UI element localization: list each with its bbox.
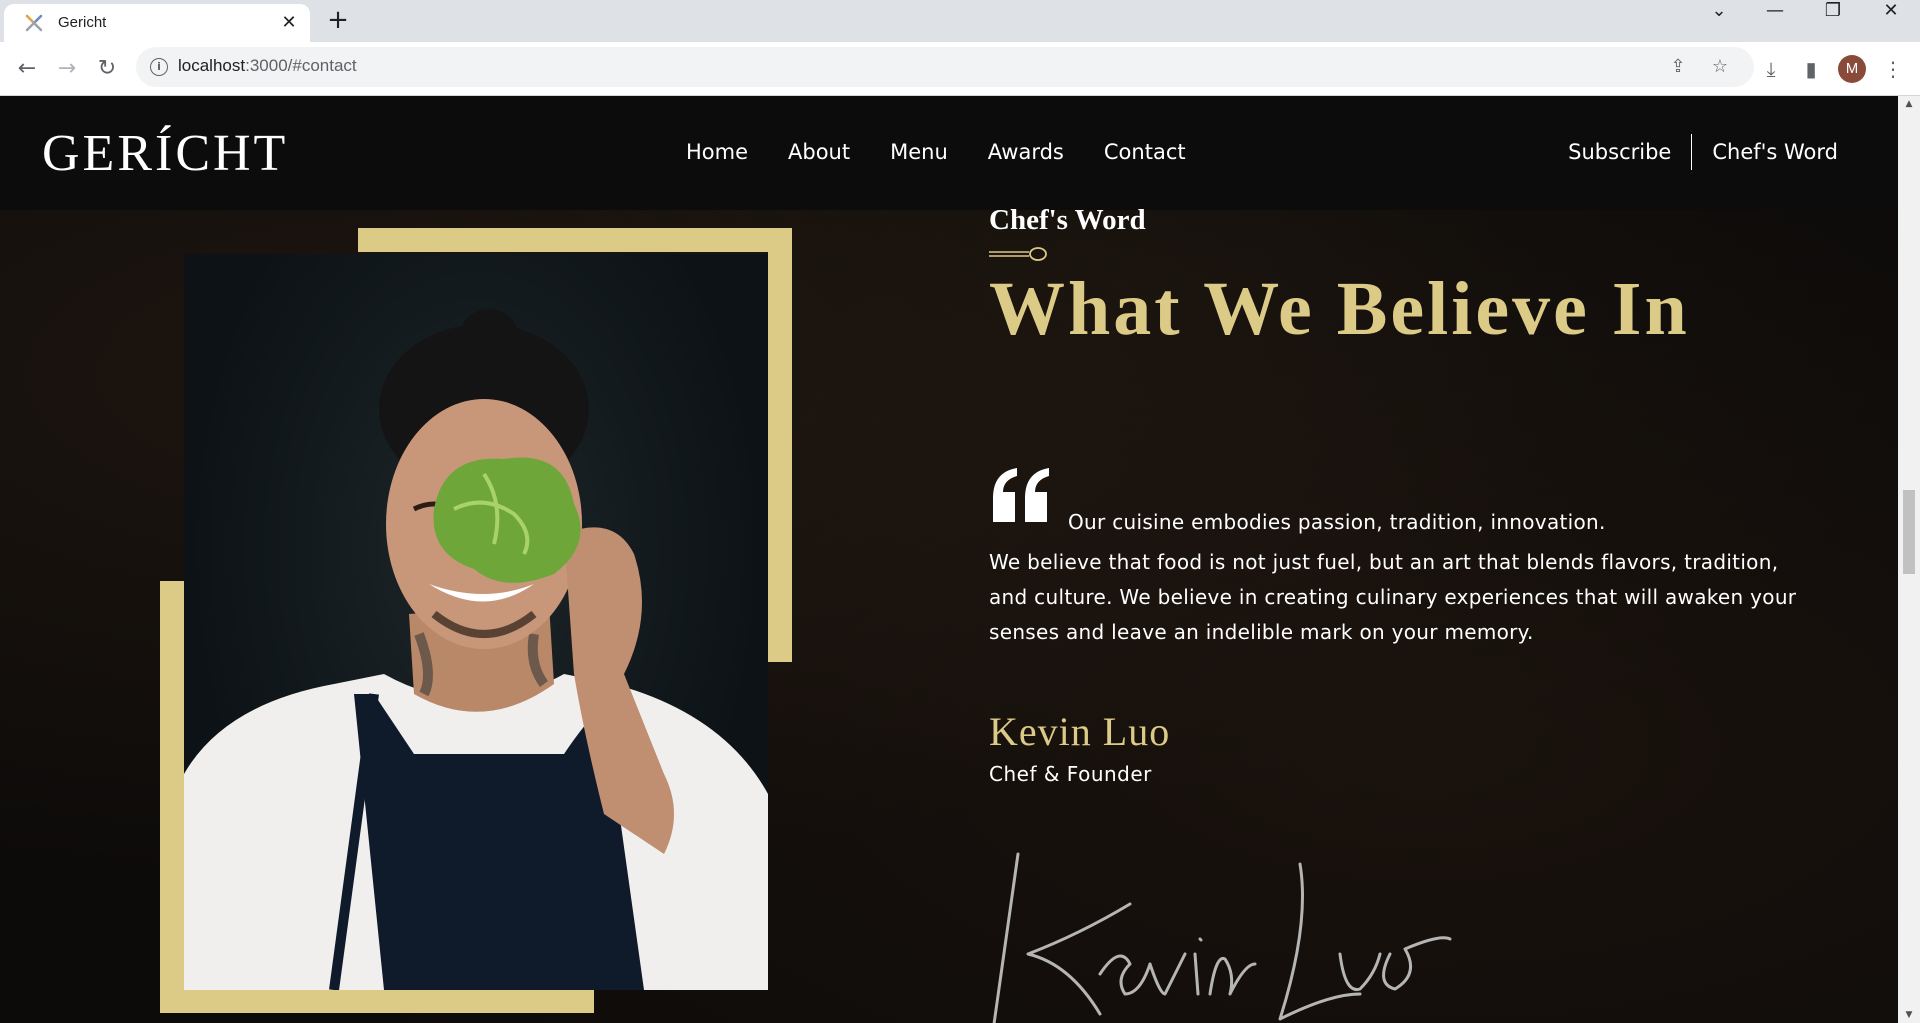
nav-link-about[interactable]: About: [788, 140, 850, 164]
section-heading: What We Believe In: [989, 267, 1690, 351]
scroll-down-icon[interactable]: ▼: [1898, 1007, 1920, 1023]
scrollbar-thumb[interactable]: [1903, 490, 1915, 574]
star-icon[interactable]: ☆: [1708, 55, 1732, 79]
close-window-button[interactable]: ✕: [1868, 0, 1914, 38]
url-text[interactable]: localhost:3000/#contact: [178, 56, 357, 76]
section-subtitle: Chef's Word: [989, 204, 1146, 236]
chef-signature: [992, 852, 1452, 1023]
tab-close-icon[interactable]: ✕: [278, 12, 300, 34]
page-scrollbar[interactable]: ▲ ▼: [1898, 96, 1920, 1023]
page-viewport: GERÍCHT Home About Menu Awards Contact S…: [0, 96, 1898, 1023]
spoon-icon: [989, 247, 1047, 261]
download-icon[interactable]: ⤓: [1756, 54, 1786, 84]
arrow-left-icon[interactable]: ←: [12, 54, 42, 84]
quote-body: We believe that food is not just fuel, b…: [989, 550, 1797, 644]
quote-first-line: Our cuisine embodies passion, tradition,…: [1068, 510, 1606, 534]
nav-link-menu[interactable]: Menu: [890, 140, 948, 164]
nav-link-home[interactable]: Home: [686, 140, 748, 164]
chefs-word-link[interactable]: Chef's Word: [1712, 140, 1838, 164]
browser-tab[interactable]: Gericht ✕: [4, 4, 310, 42]
reload-icon[interactable]: ↻: [92, 54, 122, 84]
nav-divider: [1691, 134, 1693, 170]
chef-role: Chef & Founder: [989, 762, 1152, 786]
nav-links: Home About Menu Awards Contact: [686, 140, 1186, 164]
restore-button[interactable]: ❐: [1810, 0, 1856, 38]
tab-title: Gericht: [58, 14, 107, 31]
subscribe-link[interactable]: Subscribe: [1568, 140, 1671, 164]
nav-actions: Subscribe Chef's Word: [1568, 134, 1838, 170]
site-navbar: GERÍCHT Home About Menu Awards Contact S…: [0, 96, 1898, 210]
browser-toolbar: ← → ↻ i localhost:3000/#contact ⇪ ☆ ⤓ ▮ …: [0, 42, 1920, 96]
minimize-button[interactable]: —: [1752, 0, 1798, 38]
favicon-icon: [25, 14, 43, 32]
tab-search-icon[interactable]: ⌄: [1696, 0, 1742, 38]
scroll-up-icon[interactable]: ▲: [1898, 96, 1920, 112]
kebab-menu-icon[interactable]: ⋮: [1878, 54, 1908, 84]
side-panel-icon[interactable]: ▮: [1796, 54, 1826, 84]
quote-icon: [993, 468, 1049, 522]
chef-name: Kevin Luo: [989, 709, 1171, 754]
tab-strip: Gericht ✕ + ⌄ — ❐ ✕: [0, 0, 1920, 42]
browser-chrome: Gericht ✕ + ⌄ — ❐ ✕ ← → ↻ i localhost:30…: [0, 0, 1920, 96]
profile-avatar[interactable]: M: [1838, 55, 1866, 83]
site-logo[interactable]: GERÍCHT: [42, 124, 288, 183]
arrow-right-icon[interactable]: →: [52, 54, 82, 84]
nav-link-awards[interactable]: Awards: [988, 140, 1064, 164]
info-icon[interactable]: i: [150, 58, 168, 76]
chef-image: [184, 254, 768, 990]
address-bar[interactable]: i localhost:3000/#contact ⇪ ☆: [136, 47, 1754, 87]
nav-link-contact[interactable]: Contact: [1104, 140, 1186, 164]
share-icon[interactable]: ⇪: [1666, 55, 1690, 79]
new-tab-button[interactable]: +: [324, 6, 352, 34]
